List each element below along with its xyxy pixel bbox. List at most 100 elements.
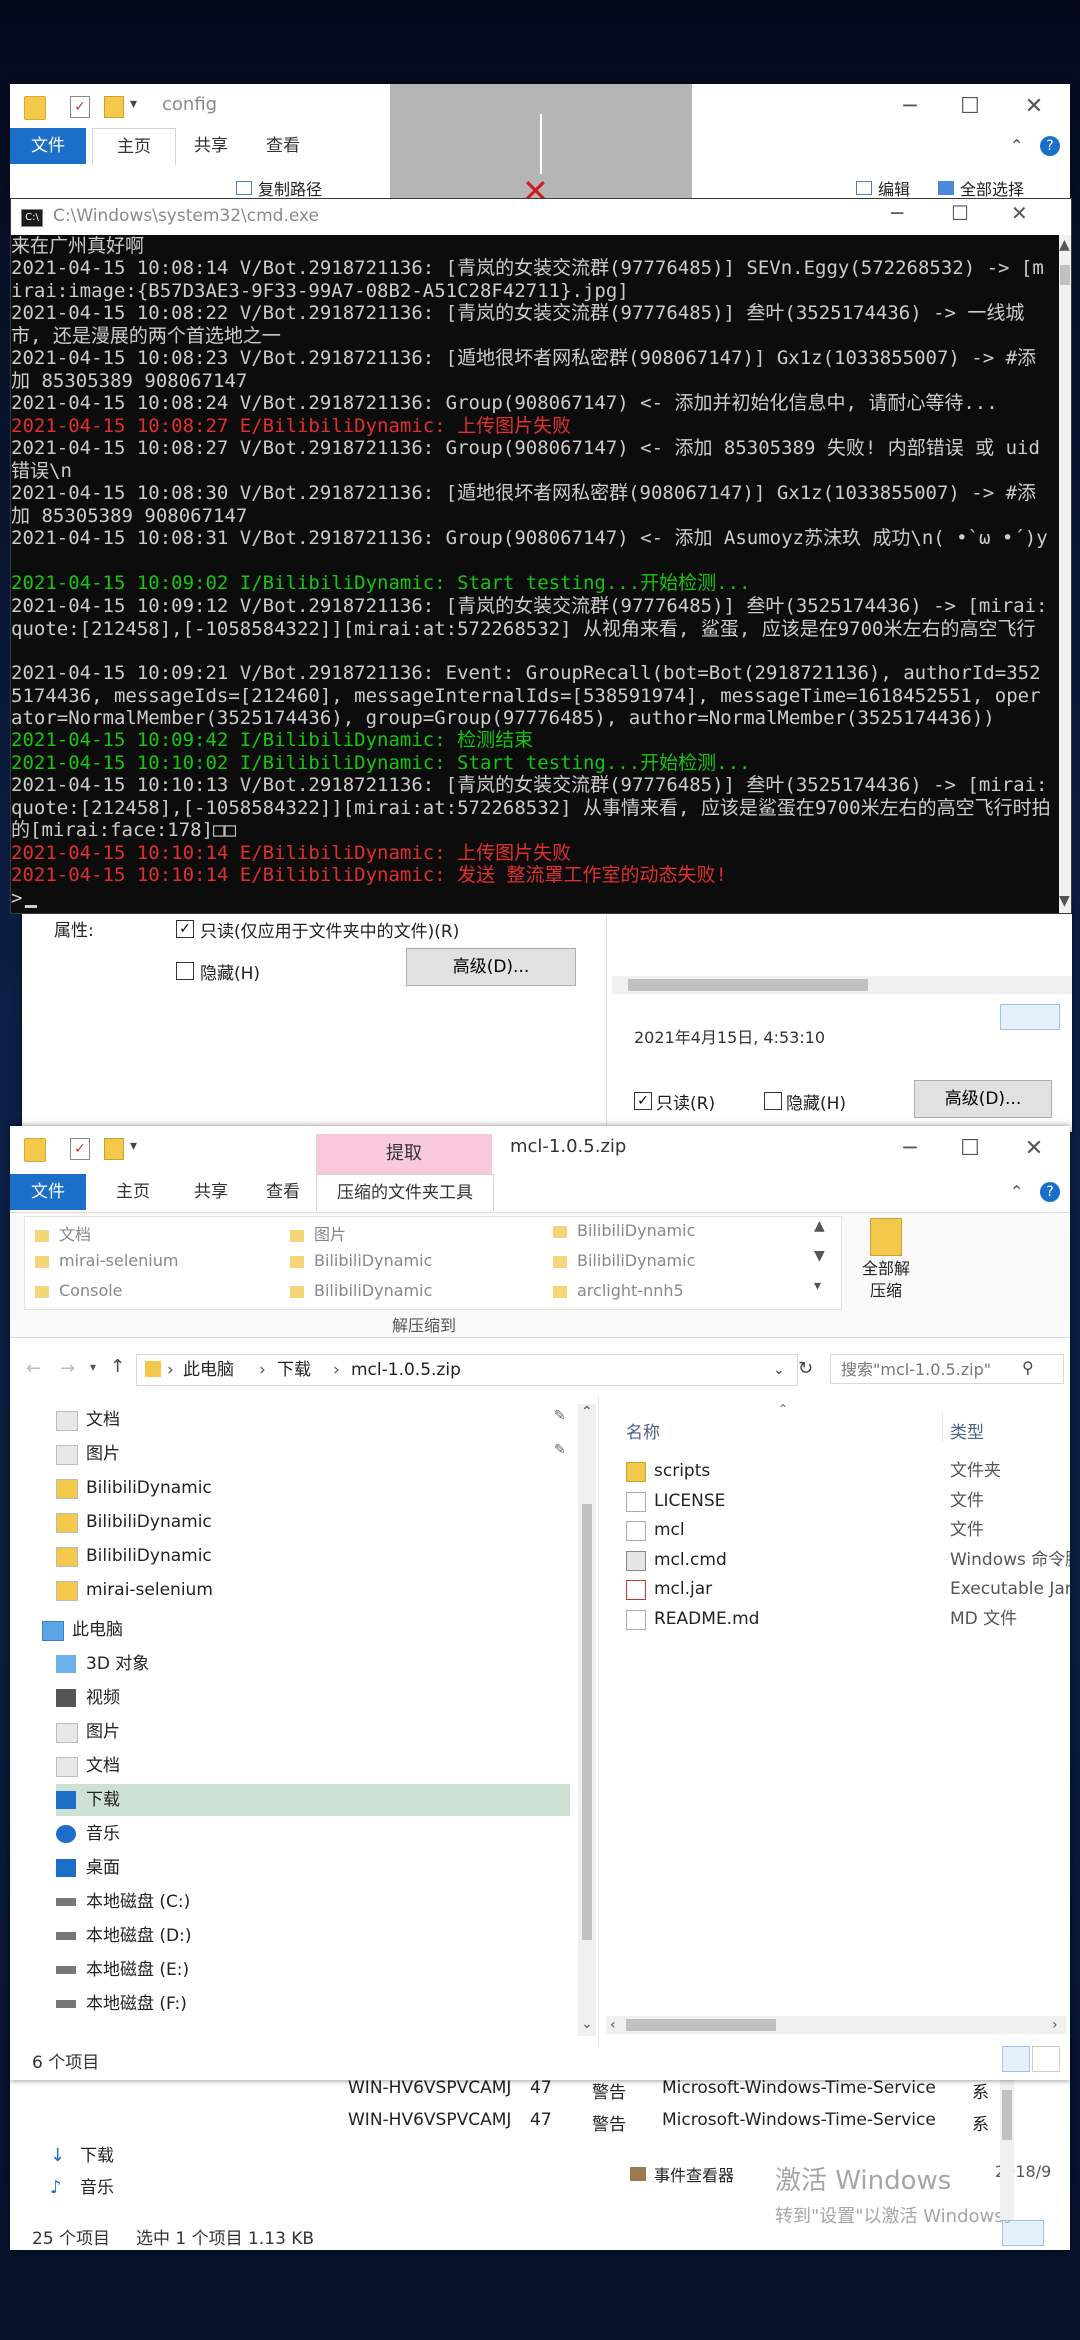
cmd-close-button[interactable]: ✕ xyxy=(1011,201,1028,225)
maximize-button[interactable]: ☐ xyxy=(940,90,1000,124)
folder-icon xyxy=(553,1225,567,1238)
gallery-location[interactable]: 文档 xyxy=(35,1221,91,1247)
nav-pane-scrollbar[interactable]: ⌃ ⌄ xyxy=(578,1404,596,2036)
readonly2-checkbox[interactable]: ✓ xyxy=(634,1092,652,1110)
hidden2-checkbox[interactable] xyxy=(764,1092,782,1110)
console-output[interactable]: 来在广州真好啊 2021-04-15 10:08:14 V/Bot.2918721… xyxy=(11,235,1059,913)
event-list-scrollbar[interactable] xyxy=(1000,2070,1014,2220)
cmd-minimize-button[interactable]: ─ xyxy=(891,201,903,225)
cmd-scrollbar[interactable]: ▲ ▼ xyxy=(1059,235,1071,913)
details-view-button[interactable] xyxy=(1002,2046,1030,2072)
help-icon[interactable]: ? xyxy=(1040,136,1060,156)
nav-item[interactable]: 下载 xyxy=(56,1784,570,1816)
gallery-location[interactable]: Console xyxy=(35,1281,123,1307)
address-bar[interactable]: › 此电脑 › 下载 › mcl-1.0.5.zip ⌄ xyxy=(136,1354,798,1386)
new-folder-qa-icon[interactable] xyxy=(104,96,124,118)
copy-path-button[interactable]: 复制路径 xyxy=(236,176,322,200)
close-button[interactable]: ✕ xyxy=(1004,90,1064,124)
tab-home[interactable]: 主页 xyxy=(92,1174,174,1210)
gallery-location[interactable]: mirai-selenium xyxy=(35,1251,178,1277)
cmd-maximize-button[interactable]: ☐ xyxy=(951,201,969,225)
select-all-button[interactable]: 全部选择 xyxy=(938,176,1024,200)
pin-icon[interactable]: ✎ xyxy=(554,1442,566,1458)
gallery-location[interactable]: 图片 xyxy=(290,1221,346,1247)
file-row[interactable]: scripts 文件夹 xyxy=(626,1456,1066,1486)
gallery-location[interactable]: arclight-nnh5 xyxy=(553,1281,684,1307)
extract-all-button[interactable]: 全部解 压缩 xyxy=(848,1218,924,1314)
address-dropdown-icon[interactable]: ⌄ xyxy=(773,1355,785,1385)
new-folder-qa-icon[interactable] xyxy=(104,1138,124,1160)
event-row[interactable]: WIN-HV6VSPVCAMJ 47 警告 Microsoft-Windows-… xyxy=(340,2078,1000,2106)
video-icon xyxy=(56,1689,76,1707)
cmd-window[interactable]: C:\ C:\Windows\system32\cmd.exe ─ ☐ ✕ 来在… xyxy=(10,198,1072,914)
tab-share[interactable]: 共享 xyxy=(178,1174,244,1210)
file-row[interactable]: mcl.cmd Windows 命令脚 xyxy=(626,1545,1070,1575)
advanced2-button[interactable]: 高级(D)... xyxy=(914,1080,1052,1118)
event-viewer-item[interactable]: 事件查看器 xyxy=(630,2162,734,2186)
pin-icon[interactable]: ✎ xyxy=(554,1408,566,1424)
close-button[interactable]: ✕ xyxy=(1004,1132,1064,1166)
zip-titlebar: ✓ ▾ 提取 mcl-1.0.5.zip ─ ☐ ✕ xyxy=(10,1126,1070,1174)
console-line: 2021-04-15 10:08:22 V/Bot.2918721136: [青… xyxy=(11,302,1025,347)
hscroll[interactable] xyxy=(612,976,1072,994)
cmd-script-icon xyxy=(626,1550,646,1571)
tab-file[interactable]: 文件 xyxy=(10,1174,86,1210)
properties-dialog: 属性: ✓ 只读(仅应用于文件夹中的文件)(R) 隐藏(H) 高级(D)... … xyxy=(22,900,1072,1132)
file-row[interactable]: LICENSE 文件 xyxy=(626,1486,1066,1516)
qa-dropdown-icon[interactable]: ▾ xyxy=(130,96,137,112)
breadcrumb-zip[interactable]: mcl-1.0.5.zip xyxy=(351,1355,461,1385)
tab-view[interactable]: 查看 xyxy=(250,1174,316,1210)
file-row[interactable]: mcl.jar Executable Jar xyxy=(626,1574,1070,1604)
console-line: 2021-04-15 10:10:13 V/Bot.2918721136: [青… xyxy=(11,774,1051,841)
extract-context-tab[interactable]: 提取 xyxy=(316,1134,492,1174)
tab-view[interactable]: 查看 xyxy=(250,128,316,164)
back-arrow-icon[interactable]: ← xyxy=(26,1358,41,1379)
ribbon-tabs: 文件 主页 共享 查看 压缩的文件夹工具 ⌃ ? xyxy=(10,1174,1070,1211)
gallery-location[interactable]: BilibiliDynamic xyxy=(553,1251,695,1277)
folder-icon xyxy=(35,1255,49,1268)
navigation-bar: ← → ▾ ↑ › 此电脑 › 下载 › mcl-1.0.5.zip ⌄ ↻ 搜… xyxy=(10,1348,1070,1392)
tab-share[interactable]: 共享 xyxy=(178,128,244,164)
minimize-button[interactable]: ─ xyxy=(880,1132,940,1166)
ribbon-group-label: 解压缩到 xyxy=(392,1316,457,1335)
edit-button[interactable]: 编辑 xyxy=(856,176,910,200)
gallery-location[interactable]: BilibiliDynamic xyxy=(290,1251,432,1277)
hscroll[interactable]: ‹ › xyxy=(606,2016,1066,2034)
maximize-button[interactable]: ☐ xyxy=(940,1132,1000,1166)
gallery-scrollbar[interactable]: ▲ ▼ ▾ xyxy=(812,1218,826,1306)
breadcrumb-downloads[interactable]: 下载 xyxy=(277,1355,311,1385)
qa-dropdown-icon[interactable]: ▾ xyxy=(130,1138,137,1154)
gallery-location[interactable]: BilibiliDynamic xyxy=(290,1281,432,1307)
column-header-name[interactable]: 名称 xyxy=(626,1418,660,1443)
recent-dropdown-icon[interactable]: ▾ xyxy=(90,1360,96,1374)
ribbon-collapse-icon[interactable]: ⌃ xyxy=(1010,136,1023,155)
forward-arrow-icon[interactable]: → xyxy=(60,1358,75,1379)
ribbon-collapse-icon[interactable]: ⌃ xyxy=(1010,1182,1023,1201)
drive-icon xyxy=(56,2000,76,2008)
properties-qa-icon[interactable]: ✓ xyxy=(70,96,90,118)
up-arrow-icon[interactable]: ↑ xyxy=(110,1356,125,1377)
hidden-checkbox[interactable] xyxy=(176,962,194,980)
tiles-view-button[interactable] xyxy=(1032,2046,1060,2072)
minimize-button[interactable]: ─ xyxy=(880,90,940,124)
view-toggle-icon[interactable] xyxy=(1000,1004,1060,1030)
select-all-icon xyxy=(938,181,954,195)
advanced-button[interactable]: 高级(D)... xyxy=(406,948,576,986)
properties-qa-icon[interactable]: ✓ xyxy=(70,1138,90,1160)
event-row[interactable]: WIN-HV6VSPVCAMJ 47 警告 Microsoft-Windows-… xyxy=(340,2110,1000,2138)
refresh-icon[interactable]: ↻ xyxy=(798,1358,813,1379)
readonly2-label: 只读(R) xyxy=(656,1094,716,1114)
breadcrumb-pc[interactable]: 此电脑 xyxy=(183,1355,234,1385)
image-icon xyxy=(56,1445,78,1465)
tab-file[interactable]: 文件 xyxy=(10,128,86,164)
column-header-type[interactable]: 类型 xyxy=(950,1418,984,1443)
folder-icon xyxy=(290,1285,304,1298)
tab-home[interactable]: 主页 xyxy=(92,128,176,165)
file-row[interactable]: mcl 文件 xyxy=(626,1515,1066,1545)
help-icon[interactable]: ? xyxy=(1040,1182,1060,1202)
hidden2-label: 隐藏(H) xyxy=(786,1094,847,1114)
tab-compressed-folder-tools[interactable]: 压缩的文件夹工具 xyxy=(316,1174,494,1211)
readonly-checkbox[interactable]: ✓ xyxy=(176,920,194,938)
gallery-location[interactable]: BilibiliDynamic xyxy=(553,1221,695,1247)
file-row[interactable]: README.md MD 文件 xyxy=(626,1604,1066,1634)
